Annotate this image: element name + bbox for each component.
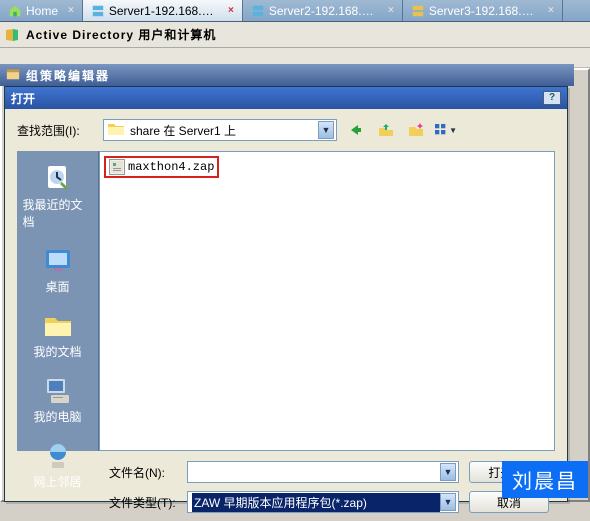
up-one-level-button[interactable] bbox=[375, 119, 397, 141]
gp-editor-window: 组策略编辑器 打开 ? 查找范围(I): share 在 Server1 上 ▼ bbox=[0, 64, 574, 86]
places-label: 我的电脑 bbox=[33, 408, 81, 425]
chevron-down-icon: ▼ bbox=[449, 126, 457, 135]
dialog-title: 打开 bbox=[11, 90, 35, 107]
file-name: maxthon4.zap bbox=[128, 160, 214, 174]
tab-label: Server3-192.168.2.3 bbox=[429, 4, 538, 18]
open-dialog: 打开 ? 查找范围(I): share 在 Server1 上 ▼ bbox=[4, 86, 568, 502]
new-folder-button[interactable] bbox=[405, 119, 427, 141]
close-icon[interactable]: × bbox=[68, 5, 74, 16]
filetype-value: ZAW 早期版本应用程序包(*.zap) bbox=[192, 493, 440, 512]
dropdown-arrow-icon[interactable]: ▼ bbox=[440, 493, 456, 511]
help-button[interactable]: ? bbox=[543, 91, 561, 105]
file-list[interactable]: maxthon4.zap bbox=[99, 151, 555, 451]
server-icon bbox=[411, 4, 425, 18]
folder-icon bbox=[108, 122, 124, 139]
dropdown-arrow-icon[interactable]: ▼ bbox=[318, 121, 334, 139]
close-icon[interactable]: × bbox=[548, 5, 554, 16]
view-menu-button[interactable]: ▼ bbox=[435, 119, 457, 141]
filename-label: 文件名(N): bbox=[109, 464, 177, 481]
tab-server1[interactable]: Server1-192.168.2.2 × bbox=[83, 0, 243, 21]
setup-file-icon bbox=[109, 159, 125, 175]
lookin-label: 查找范围(I): bbox=[17, 122, 95, 139]
gp-window-title: 组策略编辑器 bbox=[26, 67, 110, 84]
ad-icon bbox=[4, 27, 20, 43]
places-mydocs[interactable]: 我的文档 bbox=[22, 302, 94, 365]
places-bar: 我最近的文档 桌面 我的文档 我的电脑 bbox=[17, 151, 99, 451]
places-label: 桌面 bbox=[45, 278, 69, 295]
home-icon bbox=[8, 4, 22, 18]
filetype-combobox[interactable]: ZAW 早期版本应用程序包(*.zap) ▼ bbox=[187, 491, 459, 513]
close-icon[interactable]: × bbox=[388, 5, 394, 16]
server-icon bbox=[251, 4, 265, 18]
places-desktop[interactable]: 桌面 bbox=[22, 237, 94, 300]
filetype-label: 文件类型(T): bbox=[109, 494, 177, 511]
file-item-maxthon4[interactable]: maxthon4.zap bbox=[104, 156, 219, 178]
author-watermark: 刘晨昌 bbox=[502, 461, 588, 498]
filename-input[interactable] bbox=[192, 465, 440, 479]
lookin-value: share 在 Server1 上 bbox=[130, 122, 236, 139]
places-label: 我最近的文档 bbox=[23, 196, 93, 230]
tab-server3[interactable]: Server3-192.168.2.3 × bbox=[403, 0, 563, 21]
dialog-title-bar[interactable]: 打开 ? bbox=[5, 87, 567, 109]
lookin-combobox[interactable]: share 在 Server1 上 ▼ bbox=[103, 119, 337, 141]
gp-title-bar: 组策略编辑器 bbox=[0, 64, 574, 86]
gp-editor-icon bbox=[6, 67, 20, 84]
close-icon[interactable]: × bbox=[228, 5, 234, 16]
tab-label: Home bbox=[26, 4, 58, 18]
filename-combobox[interactable]: ▼ bbox=[187, 461, 459, 483]
tab-label: Server1-192.168.2.2 bbox=[109, 4, 218, 18]
places-network[interactable]: 网上邻居 bbox=[22, 432, 94, 495]
dropdown-arrow-icon[interactable]: ▼ bbox=[440, 463, 456, 481]
server-icon bbox=[91, 4, 105, 18]
tab-label: Server2-192.168.2.1 bbox=[269, 4, 378, 18]
places-label: 我的文档 bbox=[33, 343, 81, 360]
places-mycomputer[interactable]: 我的电脑 bbox=[22, 367, 94, 430]
ad-window-header: Active Directory 用户和计算机 bbox=[0, 22, 590, 48]
places-recent[interactable]: 我最近的文档 bbox=[22, 155, 94, 235]
ad-window-title: Active Directory 用户和计算机 bbox=[26, 26, 216, 43]
tab-home[interactable]: Home × bbox=[0, 0, 83, 21]
back-button[interactable] bbox=[345, 119, 367, 141]
tab-server2[interactable]: Server2-192.168.2.1 × bbox=[243, 0, 403, 21]
places-label: 网上邻居 bbox=[33, 473, 81, 490]
browser-tabs: Home × Server1-192.168.2.2 × Server2-192… bbox=[0, 0, 590, 22]
